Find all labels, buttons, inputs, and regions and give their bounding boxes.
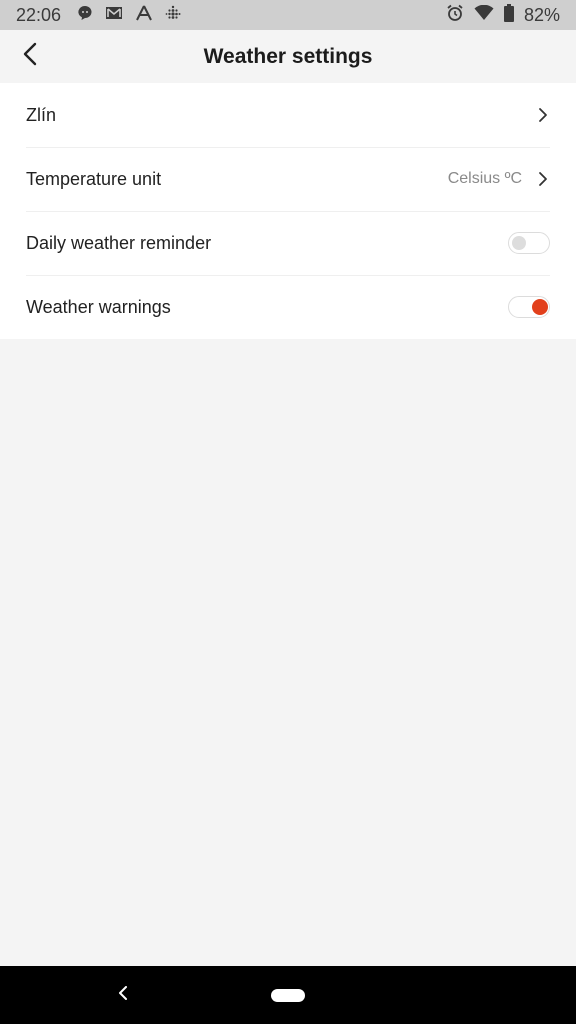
app-bar: Weather settings	[0, 30, 576, 83]
setting-temperature-unit-right: Celsius ºC	[448, 170, 550, 188]
back-button[interactable]	[12, 38, 48, 74]
page-title: Weather settings	[203, 45, 373, 68]
setting-daily-reminder-label: Daily weather reminder	[26, 232, 212, 253]
setting-weather-warnings-right	[508, 296, 550, 318]
back-icon	[118, 985, 128, 1005]
setting-daily-reminder: Daily weather reminder	[0, 211, 576, 275]
fitbit-icon	[165, 5, 181, 26]
setting-daily-reminder-right	[508, 232, 550, 254]
status-system-icons: 82%	[446, 3, 560, 27]
back-arrow-icon	[23, 42, 37, 71]
toggle-knob	[512, 236, 526, 250]
wifi-icon	[474, 4, 494, 26]
setting-weather-warnings-label: Weather warnings	[26, 296, 171, 317]
setting-location-right	[536, 106, 550, 124]
status-bar: 22:06 82%	[0, 0, 576, 30]
battery-icon	[503, 3, 514, 27]
navigation-bar	[0, 966, 576, 1024]
status-notification-icons	[77, 5, 181, 26]
settings-list: Zlín Temperature unit Celsius ºC Daily w…	[0, 83, 576, 339]
setting-temperature-unit-label: Temperature unit	[26, 168, 162, 189]
battery-percent: 82%	[523, 4, 560, 25]
setting-temperature-unit[interactable]: Temperature unit Celsius ºC	[0, 147, 576, 211]
alarm-icon	[446, 4, 464, 27]
setting-location[interactable]: Zlín	[0, 83, 576, 147]
nav-back-button[interactable]	[112, 984, 134, 1006]
daily-reminder-toggle[interactable]	[508, 232, 550, 254]
toggle-knob	[532, 299, 548, 315]
chevron-right-icon	[536, 106, 550, 124]
status-time: 22:06	[16, 4, 62, 25]
setting-location-label: Zlín	[26, 104, 57, 125]
chevron-right-icon	[536, 170, 550, 188]
setting-weather-warnings: Weather warnings	[0, 275, 576, 339]
home-pill-icon[interactable]	[271, 989, 305, 1002]
chat-icon	[77, 5, 93, 26]
nav-arrow-icon	[135, 5, 153, 26]
temperature-unit-value: Celsius ºC	[447, 170, 522, 187]
gmail-icon	[105, 5, 123, 26]
weather-warnings-toggle[interactable]	[508, 296, 550, 318]
